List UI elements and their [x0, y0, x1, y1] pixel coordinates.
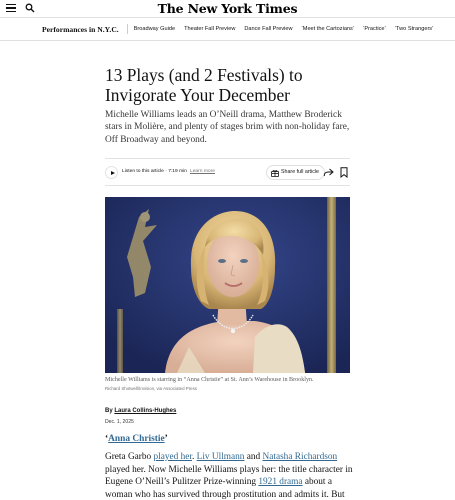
photo-caption: Michelle Williams is starring in “Anna C… [105, 377, 314, 383]
nav-item-broadway-guide[interactable]: Broadway Guide [134, 26, 175, 32]
share-full-article-button[interactable]: Share full article [266, 165, 325, 180]
play-audio-button[interactable] [105, 166, 118, 179]
played-her-link[interactable]: played her [154, 452, 192, 462]
section-nav: Performances in N.Y.C. Broadway Guide Th… [0, 17, 455, 41]
publish-date: Dec. 1, 2025 [105, 419, 134, 425]
listen-info: Listen to this article · 7:19 min Learn m… [122, 169, 215, 174]
nav-item-practice[interactable]: ‘Practice’ [363, 26, 386, 32]
liv-ullmann-link[interactable]: Liv Ullmann [197, 452, 245, 462]
nyt-logo[interactable]: The New York Times [0, 1, 455, 16]
nav-divider [126, 24, 128, 34]
byline-prefix: By [105, 408, 113, 414]
article-headline: 13 Plays (and 2 Festivals) to Invigorate… [105, 65, 303, 105]
section-title[interactable]: Performances in N.Y.C. [42, 25, 119, 34]
section-subhead: ‘Anna Christie’ [105, 434, 168, 444]
article-toolbar: Listen to this article · 7:19 min Learn m… [105, 158, 350, 186]
article-photo [105, 197, 350, 373]
anna-christie-link[interactable]: Anna Christie [108, 434, 165, 444]
nav-item-two-strangers[interactable]: ‘Two Strangers’ [395, 26, 434, 32]
subhead-close-quote: ’ [164, 434, 168, 444]
article-body-paragraph: Greta Garbo played her. Liv Ullmann and … [105, 451, 355, 500]
body-text: and [244, 452, 263, 462]
share-label: Share full article [281, 169, 319, 175]
photo-credit: Richard Shotwell/Invision, via Associate… [105, 386, 198, 391]
nav-item-dance-fall-preview[interactable]: Dance Fall Preview [244, 26, 292, 32]
body-text: Greta Garbo [105, 452, 154, 462]
portrait-illustration [105, 197, 350, 373]
byline: By Laura Collins-Hughes [105, 408, 176, 414]
nav-item-theater-fall-preview[interactable]: Theater Fall Preview [184, 26, 235, 32]
author-link[interactable]: Laura Collins-Hughes [114, 408, 176, 414]
share-arrow-icon[interactable] [323, 167, 334, 178]
1921-drama-link[interactable]: 1921 drama [258, 477, 302, 487]
gift-icon [271, 169, 279, 177]
top-bar: The New York Times [0, 0, 455, 17]
bookmark-icon[interactable] [340, 167, 348, 178]
article-summary: Michelle Williams leads an O’Neill drama… [105, 110, 350, 145]
learn-more-link[interactable]: Learn more [190, 169, 215, 174]
nav-item-meet-the-cartozians[interactable]: ‘Meet the Cartozians’ [302, 26, 355, 32]
natasha-richardson-link[interactable]: Natasha Richardson [263, 452, 338, 462]
listen-label: Listen to this article · 7:19 min [122, 169, 187, 174]
